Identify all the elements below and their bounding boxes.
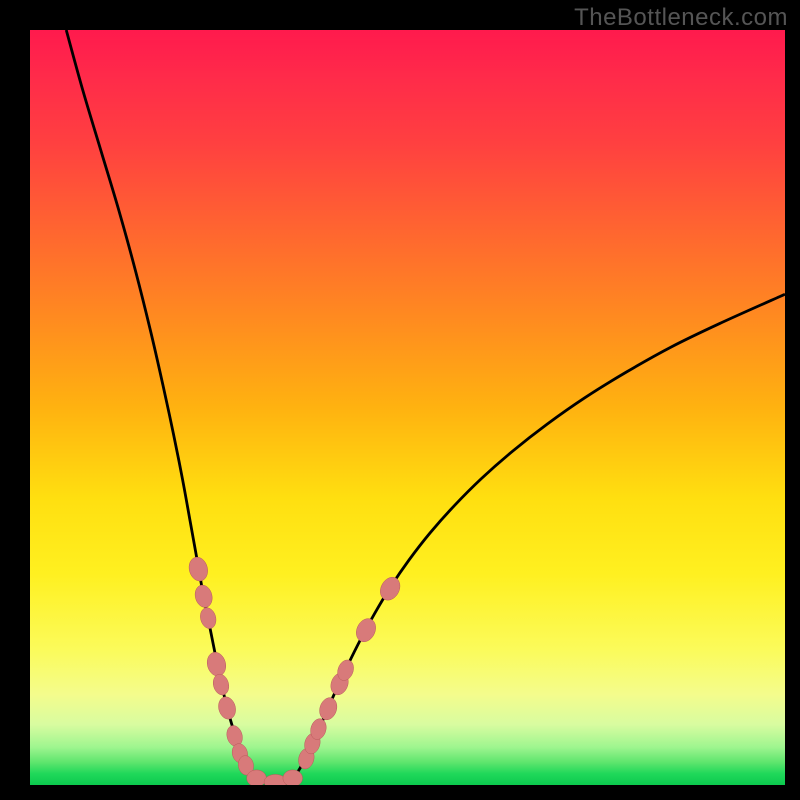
plot-area [30,30,785,785]
data-marker [376,574,403,604]
data-marker [198,606,218,630]
data-marker [186,555,210,583]
data-marker [211,672,231,696]
data-marker [205,650,229,678]
data-marker [353,615,380,645]
chart-frame: TheBottleneck.com [0,0,800,800]
curve-layer [30,30,785,785]
data-marker [193,583,215,609]
watermark-text: TheBottleneck.com [574,4,788,32]
data-marker [216,695,238,721]
data-marker [317,695,340,722]
curve-right-branch [284,294,785,784]
data-marker [283,770,303,785]
data-marker [247,770,267,785]
markers-group [186,555,403,785]
curve-left-branch [66,30,267,784]
